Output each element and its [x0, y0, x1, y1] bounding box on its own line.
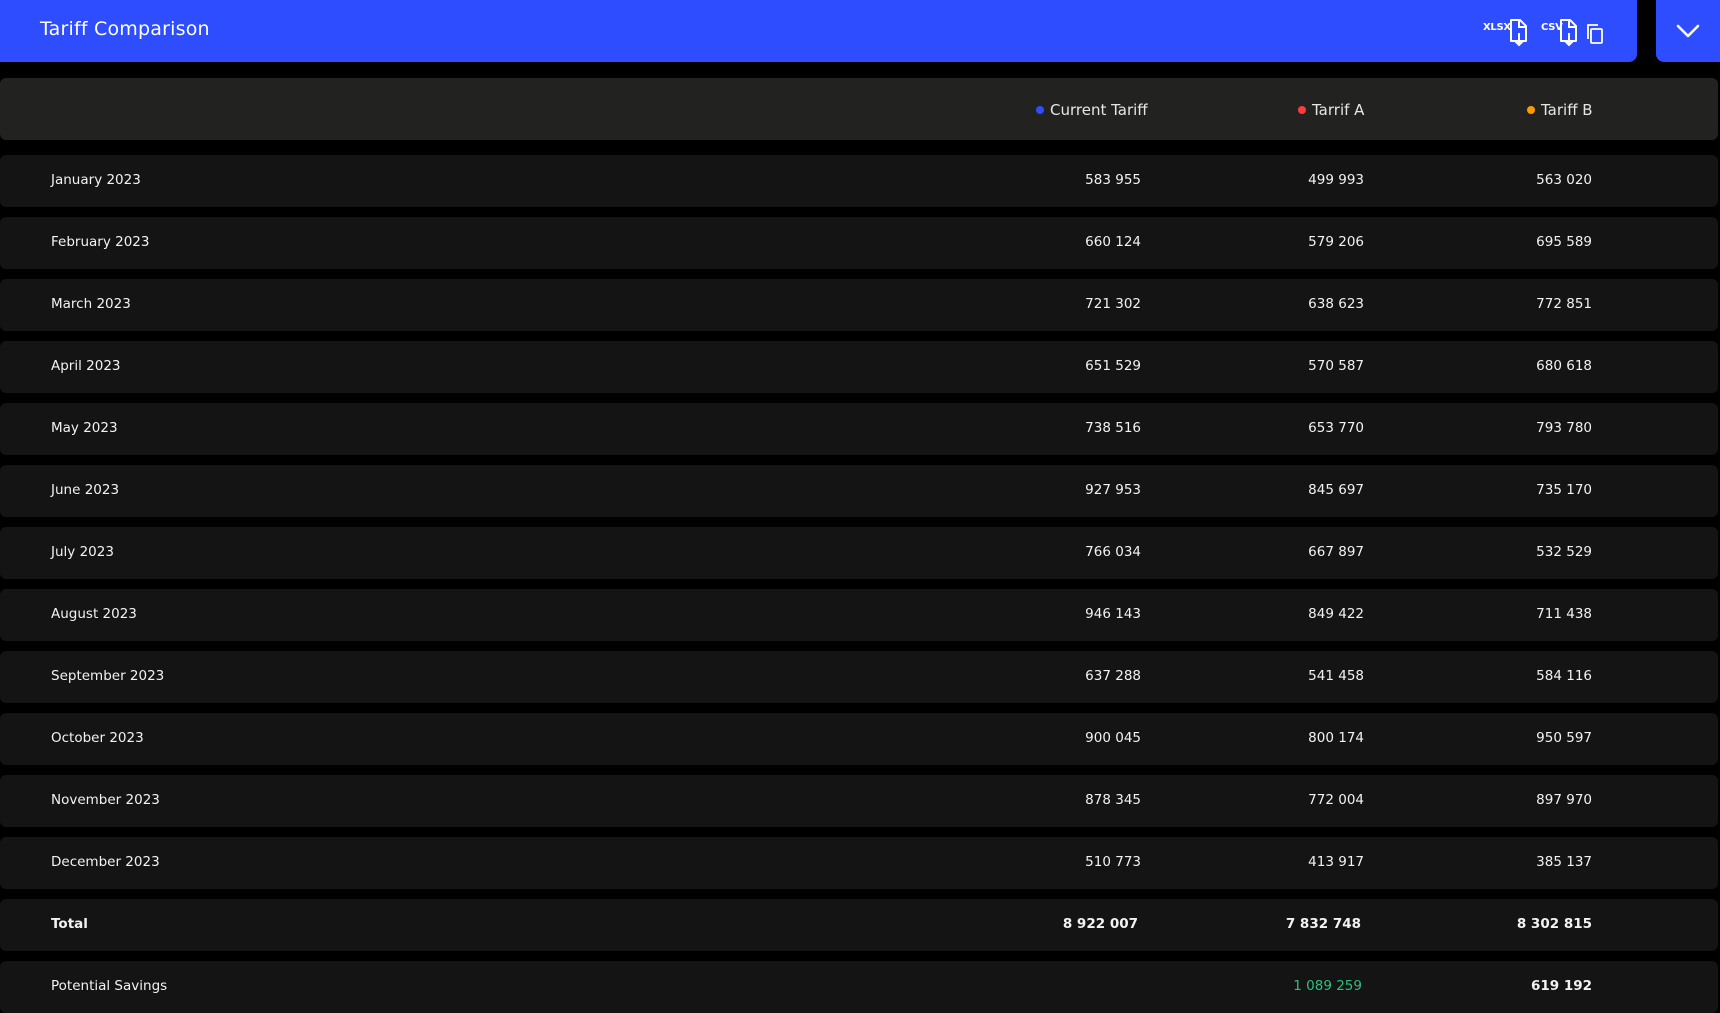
current-tariff-value: 721 302 [1085, 296, 1141, 312]
legend-dot-tariff-a [1298, 106, 1306, 114]
table-row: February 2023 660 124 579 206 695 589 [0, 217, 1718, 269]
tariff-b-value: 793 780 [1536, 420, 1592, 436]
table-row: April 2023 651 529 570 587 680 618 [0, 341, 1718, 393]
current-tariff-value: 927 953 [1085, 482, 1141, 498]
column-header-label: Tarrif A [1312, 101, 1365, 119]
collapse-button[interactable] [1656, 0, 1720, 62]
current-tariff-value: 510 773 [1085, 854, 1141, 870]
row-label: December 2023 [51, 854, 160, 870]
tariff-a-value: 772 004 [1308, 792, 1364, 808]
column-header-label: Tariff B [1541, 101, 1593, 119]
tariff-b-value: 584 116 [1536, 668, 1592, 684]
row-label: April 2023 [51, 358, 121, 374]
current-tariff-value: 583 955 [1085, 172, 1141, 188]
tariff-b-value: 563 020 [1536, 172, 1592, 188]
current-tariff-value: 878 345 [1085, 792, 1141, 808]
tariff-a-value: 413 917 [1308, 854, 1364, 870]
table-row: August 2023 946 143 849 422 711 438 [0, 589, 1718, 641]
table-row: January 2023 583 955 499 993 563 020 [0, 155, 1718, 207]
table-row: October 2023 900 045 800 174 950 597 [0, 713, 1718, 765]
current-tariff-value: 900 045 [1085, 730, 1141, 746]
file-download-icon [1510, 19, 1527, 47]
widget-header: Tariff Comparison XLSX CSV [0, 0, 1637, 62]
table-row: September 2023 637 288 541 458 584 116 [0, 651, 1718, 703]
row-label: July 2023 [51, 544, 114, 560]
total-row: Total 8 922 007 7 832 748 8 302 815 [0, 899, 1718, 951]
tariff-b-value: 711 438 [1536, 606, 1592, 622]
table-header: Current Tariff Tarrif A Tariff B [0, 78, 1718, 140]
current-tariff-value: 738 516 [1085, 420, 1141, 436]
tariff-b-value: 772 851 [1536, 296, 1592, 312]
column-header-label: Current Tariff [1050, 101, 1148, 119]
column-header-current: Current Tariff [1036, 101, 1148, 119]
tariff-b-value: 532 529 [1536, 544, 1592, 560]
table-row: May 2023 738 516 653 770 793 780 [0, 403, 1718, 455]
tariff-a-value: 499 993 [1308, 172, 1364, 188]
tariff-a-value: 541 458 [1308, 668, 1364, 684]
total-tariff-b-value: 8 302 815 [1516, 916, 1592, 932]
column-header-tariff-a: Tarrif A [1298, 101, 1364, 119]
export-csv-button[interactable]: CSV [1541, 14, 1581, 48]
row-label: November 2023 [51, 792, 160, 808]
savings-row: Potential Savings 1 089 259 619 192 [0, 961, 1718, 1013]
copy-icon [1587, 24, 1603, 44]
savings-label: Potential Savings [51, 978, 168, 994]
widget-title: Tariff Comparison [40, 18, 210, 40]
table-row: July 2023 766 034 667 897 532 529 [0, 527, 1718, 579]
legend-dot-current [1036, 106, 1044, 114]
row-label: August 2023 [51, 606, 137, 622]
current-tariff-value: 637 288 [1085, 668, 1141, 684]
copy-button[interactable] [1583, 14, 1609, 48]
tariff-a-value: 570 587 [1308, 358, 1364, 374]
tariff-a-value: 579 206 [1308, 234, 1364, 250]
table-row: March 2023 721 302 638 623 772 851 [0, 279, 1718, 331]
tariff-b-value: 950 597 [1536, 730, 1592, 746]
savings-tariff-a-value: 1 089 259 [1293, 978, 1362, 994]
current-tariff-value: 651 529 [1085, 358, 1141, 374]
row-label: February 2023 [51, 234, 150, 250]
export-xlsx-button[interactable]: XLSX [1483, 14, 1531, 48]
tariff-b-value: 735 170 [1536, 482, 1592, 498]
row-label: June 2023 [51, 482, 120, 498]
tariff-a-value: 845 697 [1308, 482, 1364, 498]
row-label: January 2023 [51, 172, 141, 188]
total-label: Total [51, 916, 88, 932]
row-label: October 2023 [51, 730, 144, 746]
chevron-down-icon [1676, 24, 1700, 38]
tariff-b-value: 385 137 [1536, 854, 1592, 870]
total-current-value: 8 922 007 [1062, 916, 1138, 932]
header-actions: XLSX CSV [1483, 14, 1609, 48]
tariff-a-value: 638 623 [1308, 296, 1364, 312]
column-header-tariff-b: Tariff B [1527, 101, 1593, 119]
savings-tariff-b-value: 619 192 [1530, 978, 1592, 994]
tariff-a-value: 800 174 [1308, 730, 1364, 746]
table-row: June 2023 927 953 845 697 735 170 [0, 465, 1718, 517]
row-label: May 2023 [51, 420, 118, 436]
tariff-a-value: 849 422 [1308, 606, 1364, 622]
tariff-a-value: 667 897 [1308, 544, 1364, 560]
current-tariff-value: 660 124 [1085, 234, 1141, 250]
row-label: September 2023 [51, 668, 165, 684]
current-tariff-value: 766 034 [1085, 544, 1141, 560]
total-tariff-a-value: 7 832 748 [1285, 916, 1361, 932]
tariff-a-value: 653 770 [1308, 420, 1364, 436]
table-row: November 2023 878 345 772 004 897 970 [0, 775, 1718, 827]
tariff-b-value: 897 970 [1536, 792, 1592, 808]
row-label: March 2023 [51, 296, 131, 312]
table-row: December 2023 510 773 413 917 385 137 [0, 837, 1718, 889]
current-tariff-value: 946 143 [1085, 606, 1141, 622]
tariff-b-value: 680 618 [1536, 358, 1592, 374]
tariff-b-value: 695 589 [1536, 234, 1592, 250]
legend-dot-tariff-b [1527, 106, 1535, 114]
file-download-icon [1560, 19, 1577, 47]
